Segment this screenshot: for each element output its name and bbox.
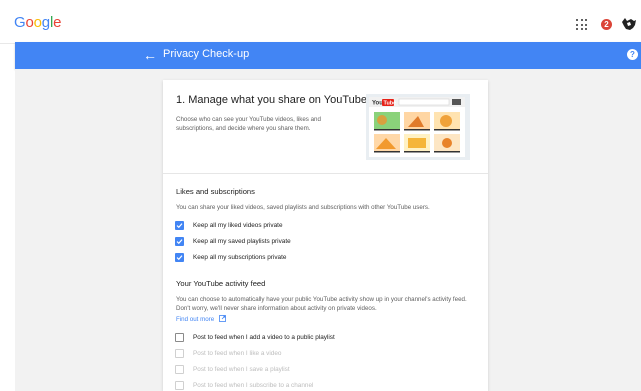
apps-grid-icon[interactable] — [576, 19, 588, 31]
youtube-logo-you: You — [372, 101, 383, 107]
likes-section-title: Likes and subscriptions — [176, 187, 255, 196]
page-title: Privacy Check-up — [163, 48, 250, 60]
checkbox-checked-icon[interactable] — [175, 221, 184, 230]
youtube-privacy-card: 1. Manage what you share on YouTube Choo… — [163, 80, 488, 391]
google-top-bar: Google 2 — [0, 0, 641, 44]
notification-badge[interactable]: 2 — [601, 19, 612, 30]
find-out-more-label: Find out more — [176, 316, 215, 323]
external-link-icon — [219, 315, 226, 322]
option-label: Post to feed when I add a video to a pub… — [193, 334, 335, 341]
option-label: Post to feed when I like a video — [193, 350, 282, 357]
page-header: ← Privacy Check-up ? — [15, 42, 641, 69]
google-logo[interactable]: Google — [14, 14, 61, 31]
checkbox-disabled-icon — [175, 365, 184, 374]
section-divider — [163, 173, 488, 174]
youtube-logo-tube: Tube — [384, 101, 397, 107]
activity-section-title: Your YouTube activity feed — [176, 279, 266, 288]
option-label: Keep all my saved playlists private — [193, 238, 291, 245]
youtube-illustration-graphic: You Tube — [366, 94, 470, 160]
card-description: Choose who can see your YouTube videos, … — [176, 116, 321, 132]
option-label: Post to feed when I subscribe to a chann… — [193, 382, 314, 389]
checkbox-disabled-icon — [175, 381, 184, 390]
find-out-more-link[interactable]: Find out more — [176, 315, 226, 323]
avatar[interactable] — [621, 16, 637, 32]
likes-section-description: You can share your liked videos, saved p… — [176, 204, 430, 211]
card-title: 1. Manage what you share on YouTube — [176, 94, 368, 106]
option-label: Keep all my liked videos private — [193, 222, 283, 229]
checkbox-checked-icon[interactable] — [175, 253, 184, 262]
back-arrow-icon[interactable]: ← — [143, 46, 157, 64]
youtube-illustration: You Tube — [366, 94, 470, 160]
option-label: Keep all my subscriptions private — [193, 254, 287, 261]
help-icon[interactable]: ? — [627, 49, 638, 60]
checkbox-unchecked-icon[interactable] — [175, 333, 184, 342]
activity-section-description: You can choose to automatically have you… — [176, 296, 467, 312]
checkbox-disabled-icon — [175, 349, 184, 358]
option-label: Post to feed when I save a playlist — [193, 366, 290, 373]
checkbox-checked-icon[interactable] — [175, 237, 184, 246]
